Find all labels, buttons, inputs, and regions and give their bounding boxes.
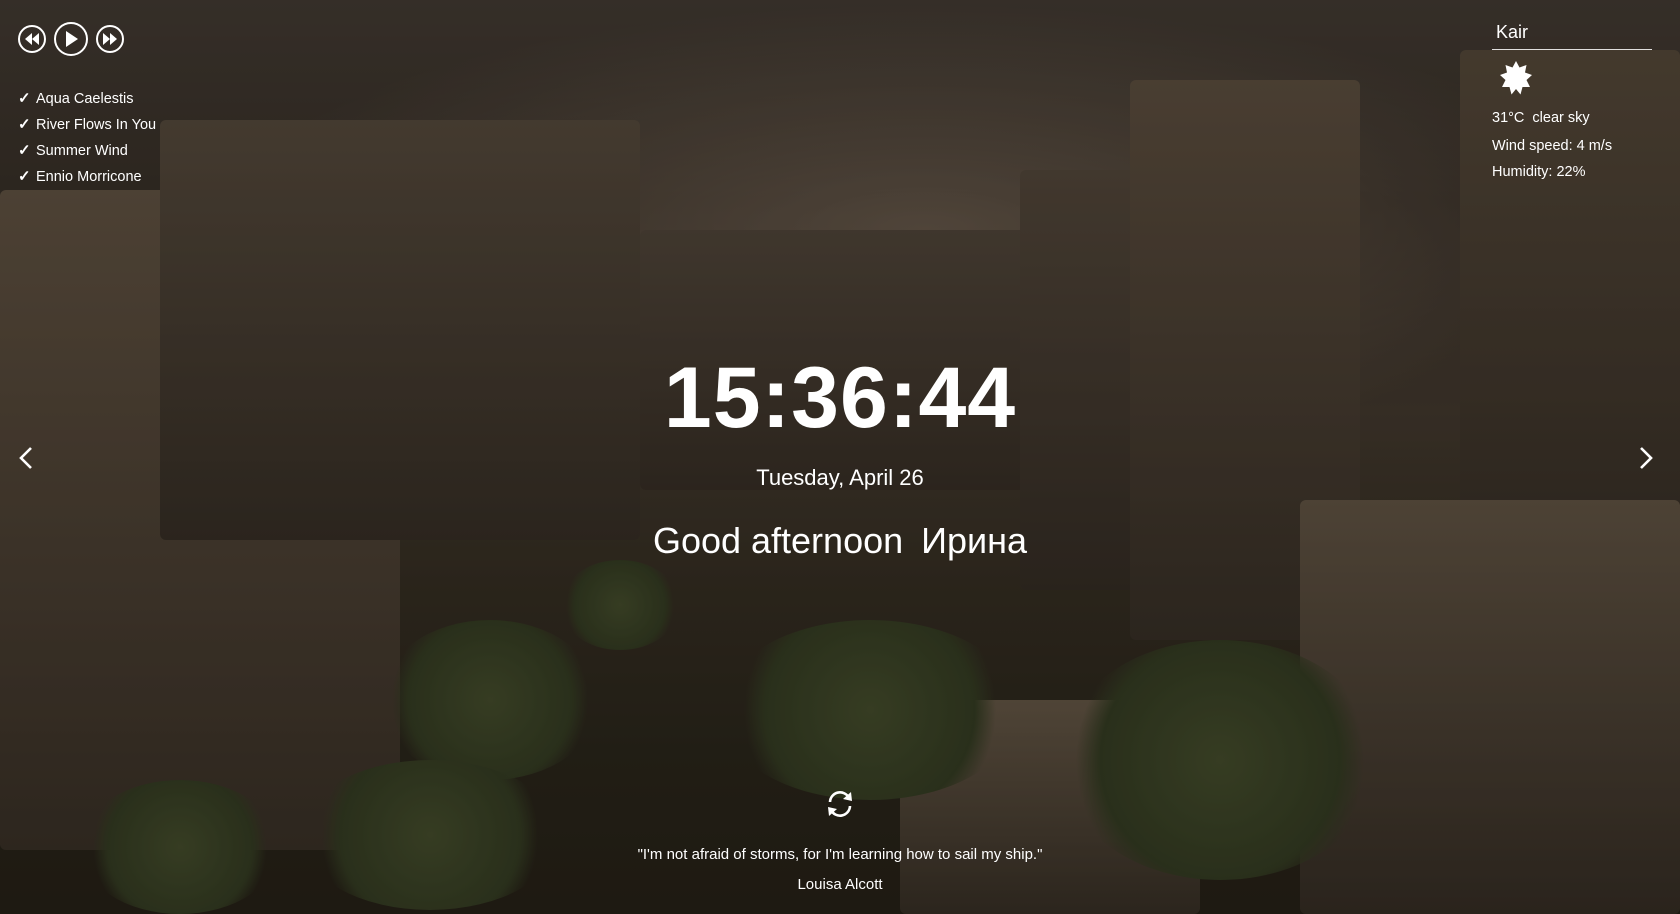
weather-summary: 31°C clear sky	[1492, 107, 1652, 129]
track-title: Aqua Caelestis	[36, 91, 134, 107]
weather-description: clear sky	[1532, 110, 1590, 126]
checkmark-icon: ✓	[18, 116, 31, 133]
play-button[interactable]	[54, 22, 88, 56]
rewind-icon	[25, 33, 39, 45]
next-track-button[interactable]	[96, 25, 124, 53]
change-quote-button[interactable]	[822, 786, 858, 822]
greeting: Good afternoon Ирина	[0, 520, 1680, 562]
app-background: ✓ Aqua Caelestis ✓ River Flows In You ✓ …	[0, 0, 1680, 914]
playlist-item[interactable]: ✓ Ennio Morricone	[18, 164, 156, 190]
user-name[interactable]: Ирина	[921, 520, 1027, 561]
humidity: Humidity: 22%	[1492, 164, 1586, 180]
city-input[interactable]	[1492, 20, 1652, 50]
playlist-item[interactable]: ✓ River Flows In You	[18, 112, 156, 138]
play-icon	[66, 31, 78, 47]
temperature: 31°C	[1492, 110, 1525, 126]
background-landscape	[0, 0, 1680, 914]
clock-time: 15:36:44	[663, 350, 1017, 446]
audio-player-controls	[18, 22, 124, 56]
sun-icon	[1500, 61, 1532, 95]
checkmark-icon: ✓	[18, 168, 31, 185]
greeting-text: Good afternoon	[652, 520, 904, 561]
wind-speed: Wind speed: 4 m/s	[1492, 138, 1613, 154]
track-title: River Flows In You	[36, 117, 157, 133]
checkmark-icon: ✓	[18, 90, 31, 107]
clock-date: Tuesday, April 26	[756, 465, 924, 490]
playlist-item[interactable]: ✓ Aqua Caelestis	[18, 86, 156, 112]
playlist: ✓ Aqua Caelestis ✓ River Flows In You ✓ …	[18, 86, 156, 190]
track-title: Ennio Morricone	[36, 169, 142, 185]
playlist-item[interactable]: ✓ Summer Wind	[18, 138, 156, 164]
checkmark-icon: ✓	[18, 142, 31, 159]
prev-track-button[interactable]	[18, 25, 46, 53]
fast-forward-icon	[103, 33, 117, 45]
refresh-icon	[828, 791, 852, 817]
track-title: Summer Wind	[36, 143, 128, 159]
weather-widget: 31°C clear sky Wind speed: 4 m/s Humidity…	[1492, 20, 1652, 183]
quote-author: Louisa Alcott	[797, 876, 883, 893]
quote-text: "I'm not afraid of storms, for I'm learn…	[637, 846, 1043, 863]
